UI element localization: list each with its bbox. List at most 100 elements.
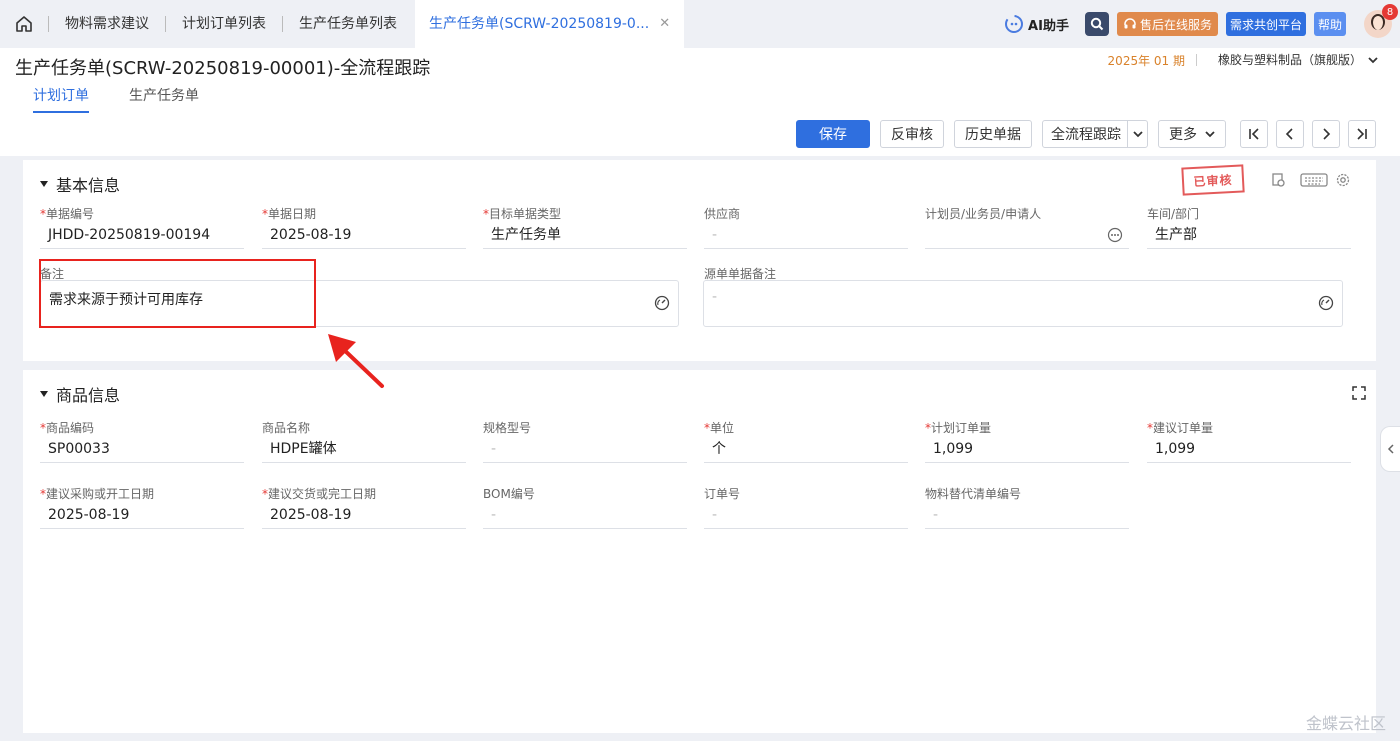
- page-title: 生产任务单(SCRW-20250819-00001)-全流程跟踪: [15, 58, 431, 79]
- side-panel-toggle[interactable]: [1380, 426, 1400, 472]
- headset-icon: [1124, 18, 1136, 29]
- prev-record-button[interactable]: [1276, 120, 1304, 148]
- annotation-arrow-icon: [328, 334, 384, 388]
- start-date-input[interactable]: 2025-08-19: [40, 501, 244, 529]
- chevron-down-icon: [1205, 131, 1215, 138]
- close-icon[interactable]: ✕: [659, 0, 670, 48]
- avatar[interactable]: 8: [1364, 4, 1398, 38]
- fullscreen-icon[interactable]: [1352, 386, 1366, 400]
- planner-input[interactable]: [925, 221, 1129, 249]
- field-label: 建议采购或开工日期: [46, 487, 155, 501]
- plan-qty-input[interactable]: 1,099: [925, 435, 1129, 463]
- target-doc-type-select[interactable]: 生产任务单: [483, 221, 687, 249]
- substitute-list-input[interactable]: -: [925, 501, 1129, 529]
- tab-material-suggestion[interactable]: 物料需求建议: [49, 0, 165, 48]
- home-icon[interactable]: [0, 0, 48, 48]
- bom-number-input[interactable]: -: [483, 501, 687, 529]
- section-title: 商品信息: [56, 386, 121, 405]
- field-label: 商品编码: [46, 421, 95, 435]
- field-label: 计划订单量: [931, 421, 992, 435]
- divider: [1196, 54, 1197, 66]
- suggest-qty-input[interactable]: 1,099: [1147, 435, 1351, 463]
- src-remark-textarea[interactable]: -: [703, 280, 1343, 327]
- tab-production-task-active[interactable]: 生产任务单(SCRW-20250819-0... ✕: [415, 0, 685, 48]
- section-title: 基本信息: [56, 176, 121, 195]
- field-order-number: 订单号 -: [704, 485, 908, 529]
- product-name-input[interactable]: HDPE罐体: [262, 435, 466, 463]
- tab-production-task-list[interactable]: 生产任务单列表: [283, 0, 413, 48]
- field-target-doc-type: *目标单据类型 生产任务单: [483, 205, 687, 249]
- more-button[interactable]: 更多: [1158, 120, 1226, 148]
- field-doc-date: *单据日期 2025-08-19: [262, 205, 466, 249]
- field-label: BOM编号: [483, 487, 535, 501]
- last-record-button[interactable]: [1348, 120, 1376, 148]
- field-department: 车间/部门 生产部: [1147, 205, 1351, 249]
- ai-icon: [1005, 15, 1024, 33]
- sub-tabs: 计划订单 生产任务单: [33, 85, 199, 113]
- record-navigation: [1240, 120, 1376, 148]
- help-button[interactable]: 帮助: [1313, 12, 1346, 36]
- doc-number-input[interactable]: JHDD-20250819-00194: [40, 221, 244, 249]
- search-icon: [1090, 17, 1104, 31]
- ai-label: AI助手: [1028, 18, 1069, 34]
- print-settings-icon[interactable]: [1270, 172, 1286, 188]
- order-number-input[interactable]: -: [704, 501, 908, 529]
- more-label: 更多: [1169, 127, 1197, 143]
- keyboard-icon[interactable]: [1300, 172, 1328, 188]
- search-button[interactable]: [1084, 12, 1109, 36]
- field-label: 计划员/业务员/申请人: [925, 207, 1042, 221]
- field-doc-number: *单据编号 JHDD-20250819-00194: [40, 205, 244, 249]
- more-options-icon[interactable]: [1107, 227, 1123, 243]
- doc-date-input[interactable]: 2025-08-19: [262, 221, 466, 249]
- field-label: 商品名称: [262, 421, 311, 435]
- ai-assistant-button[interactable]: AI助手: [1004, 14, 1069, 34]
- department-select[interactable]: 生产部: [1147, 221, 1351, 249]
- chevron-down-icon[interactable]: [1127, 121, 1147, 147]
- field-plan-qty: *计划订单量 1,099: [925, 419, 1129, 463]
- speedometer-icon[interactable]: [654, 295, 670, 311]
- first-record-button[interactable]: [1240, 120, 1268, 148]
- trace-button[interactable]: 全流程跟踪: [1042, 120, 1148, 148]
- section-toggle-goods[interactable]: 商品信息: [40, 382, 120, 406]
- field-label: 供应商: [704, 207, 741, 221]
- first-icon: [1249, 128, 1259, 140]
- tab-label: 生产任务单(SCRW-20250819-0...: [429, 16, 650, 32]
- after-sales-service-button[interactable]: 售后在线服务: [1116, 12, 1218, 36]
- tab-plan-order-list[interactable]: 计划订单列表: [166, 0, 282, 48]
- unaudit-button[interactable]: 反审核: [880, 120, 944, 148]
- field-bom-number: BOM编号 -: [483, 485, 687, 529]
- save-button[interactable]: 保存: [796, 120, 870, 148]
- section-toggle-basic[interactable]: 基本信息: [40, 172, 120, 196]
- collapse-caret-icon: [40, 181, 48, 187]
- org-selector[interactable]: 橡胶与塑料制品（旗舰版）: [1218, 51, 1378, 68]
- spec-input[interactable]: -: [483, 435, 687, 463]
- field-label: 单据编号: [46, 207, 95, 221]
- gear-icon[interactable]: [1335, 172, 1351, 188]
- org-label: 橡胶与塑料制品（旗舰版）: [1217, 53, 1362, 67]
- finish-date-input[interactable]: 2025-08-19: [262, 501, 466, 529]
- field-label: 建议交货或完工日期: [268, 487, 377, 501]
- subtab-plan-order[interactable]: 计划订单: [33, 85, 89, 113]
- field-label: 车间/部门: [1147, 207, 1200, 221]
- field-supplier: 供应商 -: [704, 205, 908, 249]
- notification-badge: 8: [1382, 4, 1398, 20]
- highlight-box: [39, 259, 316, 328]
- field-unit: *单位 个: [704, 419, 908, 463]
- history-button[interactable]: 历史单据: [954, 120, 1032, 148]
- subtab-production-task[interactable]: 生产任务单: [129, 85, 199, 113]
- product-code-input[interactable]: SP00033: [40, 435, 244, 463]
- chevron-left-icon: [1387, 444, 1394, 454]
- supplier-input[interactable]: -: [704, 221, 908, 249]
- speedometer-icon[interactable]: [1318, 295, 1334, 311]
- field-label: 规格型号: [483, 421, 532, 435]
- field-finish-date: *建议交货或完工日期 2025-08-19: [262, 485, 466, 529]
- chevron-down-icon: [1368, 56, 1378, 63]
- page-header: 生产任务单(SCRW-20250819-00001)-全流程跟踪 2025年 0…: [0, 48, 1400, 156]
- chevron-left-icon: [1285, 128, 1293, 140]
- co-creation-platform-button[interactable]: 需求共创平台: [1225, 12, 1306, 36]
- next-record-button[interactable]: [1312, 120, 1340, 148]
- field-label: 源单单据备注: [704, 267, 777, 281]
- top-right-tools: AI助手 售后在线服务 需求共创平台 帮助 8: [1004, 4, 1398, 40]
- unit-select[interactable]: 个: [704, 435, 908, 463]
- accounting-period[interactable]: 2025年 01 期: [1108, 52, 1185, 69]
